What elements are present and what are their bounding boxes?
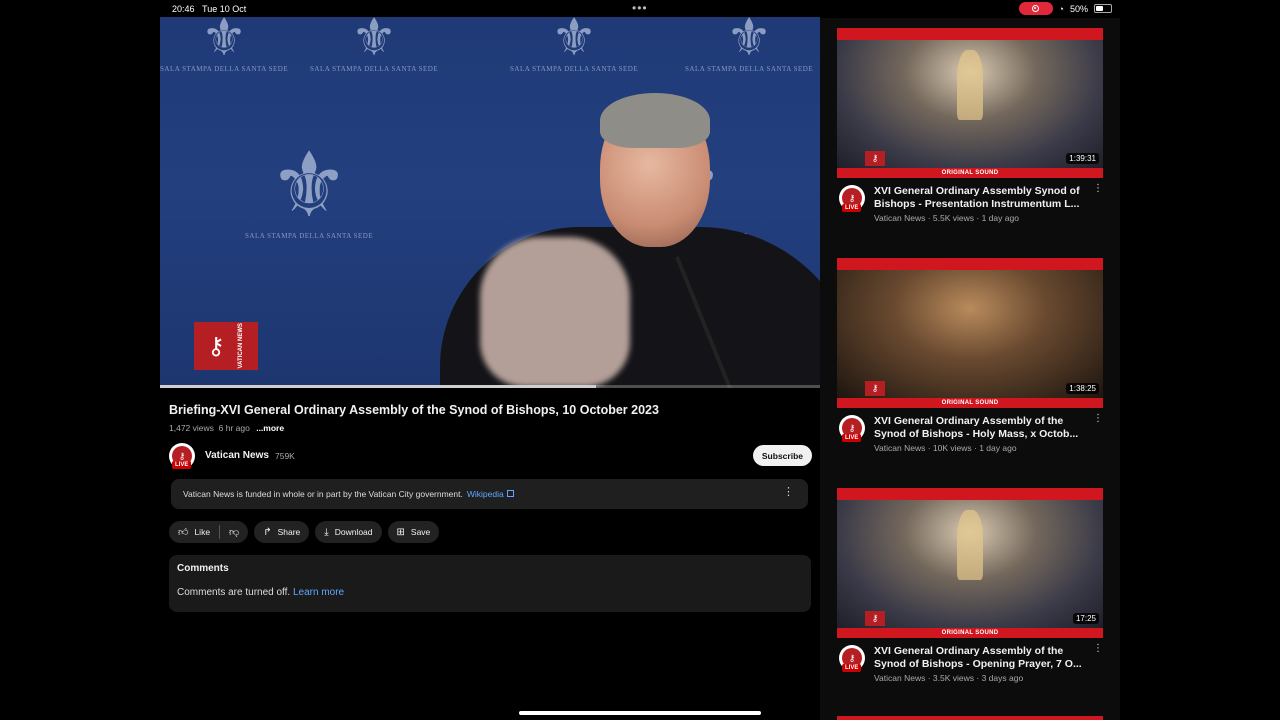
save-button[interactable]: ⊞ Save <box>387 521 440 543</box>
crest-watermark: ⚜SALA STAMPA DELLA SANTA SEDE <box>160 17 289 73</box>
comments-status: Comments are turned off. Learn more <box>177 587 345 598</box>
channel-row: ⚷ LIVE Vatican News 759K Subscribe <box>169 443 812 469</box>
recommended-video-info: ⚷ LIVE XVI General Ordinary Assembly Syno… <box>837 183 1103 233</box>
duration-badge: 1:38:25 <box>1066 383 1099 394</box>
live-badge: LIVE <box>842 434 862 442</box>
crest-watermark: ⚜SALA STAMPA DELLA SANTA SEDE <box>685 17 814 73</box>
external-link-icon <box>506 490 514 498</box>
divider <box>219 525 221 539</box>
more-options-icon[interactable]: ⋮ <box>783 487 794 498</box>
video-thumbnail[interactable]: XVI GENERAL ORDINARY ASSEMBLY OF THE SYN… <box>837 488 1103 638</box>
subscribe-button[interactable]: Subscribe <box>752 445 812 466</box>
crest-watermark: ⚜SALA STAMPA DELLA SANTA SEDE <box>310 17 439 73</box>
recommended-video-title[interactable]: XVI General Ordinary Assembly of the Syno… <box>874 645 1094 671</box>
more-options-icon[interactable]: ⋮ <box>1093 183 1103 194</box>
thumbnail-header: XVI GENERAL ORDINARY ASSEMBLY OF THE SYN… <box>881 488 1059 500</box>
next-thumbnail-edge <box>837 716 1103 720</box>
home-indicator[interactable] <box>519 711 761 715</box>
status-time: 20:46 Tue 10 Oct <box>172 4 246 14</box>
recommended-video-info: ⚷ LIVE XVI General Ordinary Assembly of t… <box>837 413 1103 463</box>
recommended-video-info: ⚷ LIVE XVI General Ordinary Assembly of t… <box>837 643 1103 693</box>
video-player[interactable]: ⚜ SALA STAMPA DELLA SANTA SEDE ⚜ SALA STAM… <box>160 17 820 388</box>
wifi-icon: ◔ <box>1058 3 1064 14</box>
thumbnail-header: XVI GENERAL ORDINARY ASSEMBLY OF THE SYN… <box>881 28 1059 40</box>
recommendations-sidebar: XVI GENERAL ORDINARY ASSEMBLY OF THE SYN… <box>820 18 1120 720</box>
battery-icon <box>1094 4 1112 13</box>
like-dislike-group: 👍︎ Like 👎︎ <box>169 521 249 543</box>
learn-more-link[interactable]: Learn more <box>293 587 344 598</box>
share-icon: ↱ <box>263 526 272 538</box>
save-playlist-icon: ⊞ <box>396 526 405 538</box>
recommended-video-meta: Vatican News · 5.5K views · 1 day ago <box>874 213 1019 223</box>
recommended-video-title[interactable]: XVI General Ordinary Assembly Synod of Bi… <box>874 185 1094 211</box>
recommended-video[interactable]: XVI GENERAL ORDINARY ASSEMBLY OF THE SYN… <box>837 488 1103 693</box>
comments-section: Comments Comments are turned off. Learn … <box>169 555 811 612</box>
more-options-icon[interactable]: ⋮ <box>1093 643 1103 654</box>
thumbnail-footer: ORIGINAL SOUND <box>837 398 1103 408</box>
recommended-video-meta: Vatican News · 10K views · 1 day ago <box>874 443 1017 453</box>
duration-badge: 1:39:31 <box>1066 153 1099 164</box>
wikipedia-link[interactable]: Wikipedia <box>467 489 504 499</box>
thumbnail-footer: ORIGINAL SOUND <box>837 628 1103 638</box>
status-bar: 20:46 Tue 10 Oct ••• ◔ 50% <box>160 0 1120 18</box>
live-badge: LIVE <box>842 204 862 212</box>
like-button[interactable]: Like <box>194 527 210 537</box>
funding-info-panel: Vatican News is funded in whole or in pa… <box>171 479 808 509</box>
battery-percent: 50% <box>1069 3 1088 14</box>
download-label: Download <box>334 527 373 537</box>
download-icon: ⤓ <box>324 526 329 538</box>
channel-avatar[interactable]: ⚷ LIVE <box>839 185 865 212</box>
crest-watermark: ⚜SALA STAMPA DELLA SANTA SEDE <box>245 137 374 241</box>
video-thumbnail[interactable]: XVI GENERAL ORDINARY ASSEMBLY OF THE SYN… <box>837 258 1103 408</box>
crest-watermark: ⚜SALA STAMPA DELLA SANTA SEDE <box>510 17 639 73</box>
video-title: Briefing-XVI General Ordinary Assembly o… <box>169 403 659 417</box>
view-count: 1,472 views <box>169 423 214 433</box>
screen-recording-indicator[interactable] <box>1018 2 1053 15</box>
vatican-keys-icon: ⚷ <box>865 151 885 166</box>
recommended-video-meta: Vatican News · 3.5K views · 3 days ago <box>874 673 1024 683</box>
progress-fill <box>160 385 596 388</box>
comments-heading: Comments <box>177 563 229 574</box>
keys-icon: ⚷ <box>207 332 225 360</box>
vatican-news-logo: ⚷ VATICAN NEWS <box>194 322 258 370</box>
clock: 20:46 <box>172 4 195 14</box>
duration-badge: 17:25 <box>1072 613 1099 624</box>
funding-text: Vatican News is funded in whole or in pa… <box>183 489 514 499</box>
recommended-video[interactable]: XVI GENERAL ORDINARY ASSEMBLY OF THE SYN… <box>837 258 1103 463</box>
channel-avatar[interactable]: ⚷ LIVE <box>839 645 865 672</box>
record-icon <box>1032 5 1040 12</box>
video-meta[interactable]: 1,472 views 6 hr ago ...more <box>169 423 284 433</box>
recommended-video-title[interactable]: XVI General Ordinary Assembly of the Syno… <box>874 415 1094 441</box>
share-button[interactable]: ↱ Share <box>254 521 310 543</box>
save-label: Save <box>410 527 431 537</box>
thumbs-up-icon[interactable]: 👍︎ <box>178 526 188 538</box>
more-link[interactable]: ...more <box>256 423 284 433</box>
action-bar: 👍︎ Like 👎︎ ↱ Share ⤓ Download ⊞ Save <box>169 521 440 543</box>
subscriber-count: 759K <box>275 451 295 461</box>
thumbnail-header: XVI GENERAL ORDINARY ASSEMBLY OF THE SYN… <box>862 261 1078 267</box>
thumbnail-footer: ORIGINAL SOUND <box>837 168 1103 178</box>
live-badge: LIVE <box>842 664 862 672</box>
share-label: Share <box>277 527 301 537</box>
recommended-video[interactable]: XVI GENERAL ORDINARY ASSEMBLY OF THE SYN… <box>837 28 1103 233</box>
live-badge: LIVE <box>172 461 192 469</box>
multitasking-dots-icon[interactable]: ••• <box>632 1 648 15</box>
channel-name[interactable]: Vatican News <box>205 450 269 461</box>
speaker-figure <box>440 93 820 388</box>
upload-age: 6 hr ago <box>218 423 250 433</box>
thumbs-down-icon[interactable]: 👎︎ <box>229 526 239 538</box>
progress-bar[interactable] <box>160 385 820 388</box>
video-thumbnail[interactable]: XVI GENERAL ORDINARY ASSEMBLY OF THE SYN… <box>837 28 1103 178</box>
vatican-keys-icon: ⚷ <box>865 381 885 396</box>
vatican-keys-icon: ⚷ <box>865 611 885 626</box>
channel-avatar[interactable]: ⚷ LIVE <box>839 415 865 442</box>
date: Tue 10 Oct <box>202 4 247 14</box>
status-indicators: ◔ 50% <box>1018 2 1112 15</box>
download-button[interactable]: ⤓ Download <box>315 521 382 543</box>
more-options-icon[interactable]: ⋮ <box>1093 413 1103 424</box>
